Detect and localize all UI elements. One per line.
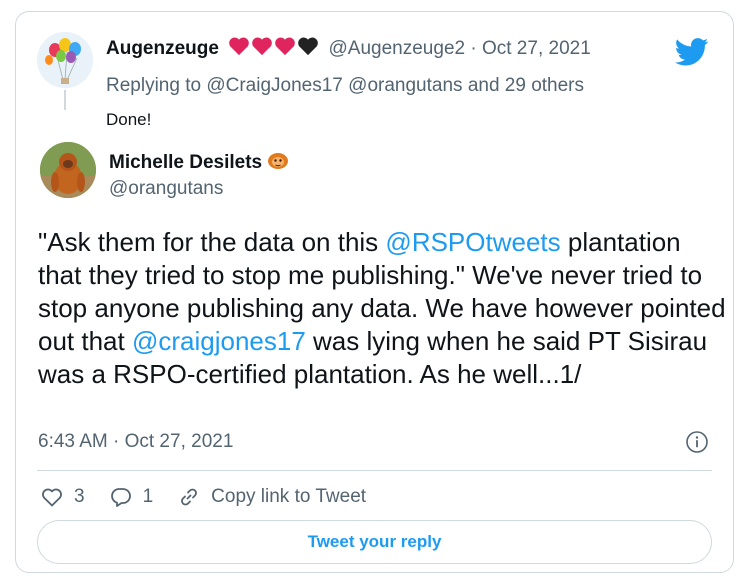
tweet-your-reply-button[interactable]: Tweet your reply	[37, 520, 712, 564]
orangutan-emoji-icon	[268, 153, 289, 169]
like-count: 3	[74, 486, 85, 507]
tweet-author-handle[interactable]: @orangutans	[109, 178, 223, 200]
embedded-tweet-card: Augenzeuge @Augenzeuge2 · Oct 27, 2021 R…	[15, 11, 734, 573]
tweet-actions: 3 1 Copy link to Tweet	[40, 482, 390, 512]
reply-author-handle[interactable]: @Augenzeuge2	[329, 38, 466, 59]
copy-link-label: Copy link to Tweet	[211, 486, 367, 507]
tweet-author-name-text: Michelle Desilets	[109, 152, 263, 173]
mention-craigjones17[interactable]: @craigjones17	[132, 326, 306, 356]
black-heart-icon	[298, 37, 319, 56]
reply-author-name[interactable]: Augenzeuge	[106, 38, 219, 59]
replying-to-line: Replying to @CraigJones17 @orangutans an…	[106, 75, 584, 97]
link-icon	[181, 488, 198, 506]
red-heart-icon	[252, 37, 273, 56]
tweet-timestamp[interactable]: 6:43 AM · Oct 27, 2021	[38, 431, 233, 453]
reply-count: 1	[142, 486, 154, 507]
tweet-body: "Ask them for the data on this @RSPOtwee…	[38, 226, 728, 391]
heart-emojis	[228, 36, 319, 56]
red-heart-icon	[275, 37, 296, 56]
replying-user-orangutans[interactable]: @orangutans	[348, 75, 462, 96]
balloons-avatar-icon[interactable]	[37, 32, 93, 88]
like-button[interactable]: 3	[40, 485, 85, 509]
reply-text: Done!	[106, 110, 152, 129]
tweet-body-part1: "Ask them for the data on this	[38, 227, 386, 257]
copy-link-button[interactable]: Copy link to Tweet	[177, 485, 366, 509]
red-heart-icon	[229, 37, 250, 56]
heart-icon	[42, 488, 62, 507]
reply-button[interactable]: 1	[109, 485, 154, 509]
replying-prefix: Replying to	[106, 75, 202, 96]
mention-rspotweets[interactable]: @RSPOtweets	[385, 227, 560, 257]
replying-user-craigjones[interactable]: @CraigJones17	[206, 75, 343, 96]
replying-others[interactable]: and 29 others	[468, 75, 584, 96]
divider	[37, 470, 712, 471]
thread-line	[64, 90, 66, 110]
reply-date[interactable]: Oct 27, 2021	[482, 38, 591, 59]
reply-bubble-icon	[110, 488, 131, 507]
tweet-author-name[interactable]: Michelle Desilets	[109, 150, 289, 174]
meta-separator: ·	[470, 38, 477, 59]
reply-header: Augenzeuge @Augenzeuge2 · Oct 27, 2021	[106, 36, 591, 60]
orangutan-avatar-icon[interactable]	[40, 142, 96, 198]
info-icon[interactable]	[685, 430, 709, 454]
twitter-bird-icon[interactable]	[675, 38, 709, 66]
